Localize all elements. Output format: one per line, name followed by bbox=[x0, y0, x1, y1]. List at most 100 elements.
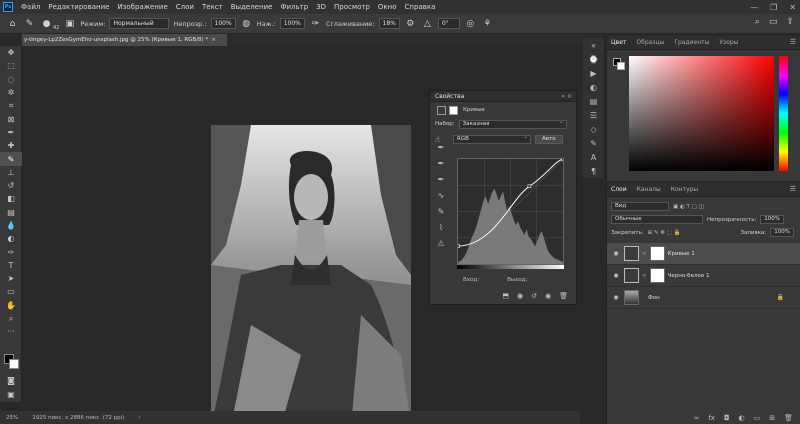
menu-layers[interactable]: Слои bbox=[172, 3, 198, 11]
visibility-eye-icon[interactable]: ◉ bbox=[611, 272, 621, 279]
clip-to-layer-icon[interactable]: ⬒ bbox=[502, 292, 509, 300]
status-arrow[interactable]: › bbox=[138, 415, 140, 421]
frame-tool-icon[interactable]: ⊠ bbox=[0, 112, 22, 125]
pen-tool-icon[interactable]: ✑ bbox=[0, 245, 22, 258]
screen-mode-icon[interactable]: ▣ bbox=[0, 388, 22, 401]
brush-settings-icon[interactable]: ▣ bbox=[63, 17, 76, 30]
share-icon[interactable]: ⇪ bbox=[786, 17, 794, 27]
expand-dock-icon[interactable]: « bbox=[583, 38, 604, 52]
view-previous-icon[interactable]: ◉ bbox=[517, 292, 523, 300]
brush-tool-icon[interactable]: ✎ bbox=[23, 17, 36, 30]
layer-row[interactable]: ◉ Фон 🔒 bbox=[607, 287, 800, 309]
mask-thumbnail[interactable] bbox=[649, 268, 665, 283]
color-picker-field[interactable] bbox=[629, 56, 774, 171]
path-selection-tool-icon[interactable]: ➤ bbox=[0, 272, 22, 285]
close-window-icon[interactable]: ✕ bbox=[789, 3, 796, 12]
home-icon[interactable]: ⌂ bbox=[6, 17, 19, 30]
search-icon[interactable]: ⌕ bbox=[755, 17, 760, 27]
layer-name[interactable]: Кривые 1 bbox=[668, 251, 695, 257]
healing-tool-icon[interactable]: ✚ bbox=[0, 139, 22, 152]
chain-icon[interactable]: ∞ bbox=[642, 273, 647, 279]
clone-stamp-tool-icon[interactable]: ⊥ bbox=[0, 166, 22, 179]
auto-button[interactable]: Авто bbox=[535, 134, 563, 144]
zoom-level[interactable]: 25% bbox=[6, 415, 18, 421]
properties-controls[interactable]: « × bbox=[561, 91, 572, 102]
lock-icons[interactable]: ⊞ ✎ ✥ ⬚ 🔒 bbox=[648, 230, 681, 236]
more-tools-icon[interactable]: ··· bbox=[0, 325, 22, 338]
hand-tool-icon[interactable]: ✋ bbox=[0, 299, 22, 312]
symmetry-icon[interactable]: ⚘ bbox=[481, 17, 494, 30]
marquee-tool-icon[interactable]: ⬚ bbox=[0, 59, 22, 72]
brush-tool-icon[interactable]: ✎ bbox=[0, 152, 22, 166]
tab-paths[interactable]: Контуры bbox=[671, 186, 698, 193]
adjustment-layer-icon[interactable]: ◐ bbox=[739, 414, 745, 422]
history-panel-icon[interactable]: ⌚ bbox=[583, 52, 604, 66]
visibility-eye-icon[interactable]: ◉ bbox=[611, 250, 621, 257]
tab-patterns[interactable]: Узоры bbox=[719, 39, 738, 46]
airbrush-icon[interactable]: ✑ bbox=[309, 17, 322, 30]
tab-gradients[interactable]: Градиенты bbox=[674, 39, 709, 46]
panel-menu-icon[interactable]: ☰ bbox=[790, 38, 796, 46]
photoshop-logo-icon[interactable]: Ps bbox=[3, 2, 13, 12]
menu-select[interactable]: Выделение bbox=[227, 3, 277, 11]
paragraph-panel-icon[interactable]: ¶ bbox=[583, 164, 604, 178]
type-tool-icon[interactable]: T bbox=[0, 259, 22, 272]
workspace-icon[interactable]: ▭ bbox=[769, 17, 778, 27]
magic-wand-tool-icon[interactable]: ✲ bbox=[0, 86, 22, 99]
filter-icons[interactable]: ▣ ◐ T ▢ ◫ bbox=[673, 204, 704, 210]
delete-icon[interactable]: 🗑 bbox=[559, 292, 568, 300]
layer-row[interactable]: ◉ ∞ Черно-белое 1 bbox=[607, 265, 800, 287]
preset-select[interactable]: Заказная bbox=[458, 119, 567, 129]
tab-channels[interactable]: Каналы bbox=[637, 186, 661, 193]
pressure-size-icon[interactable]: ◎ bbox=[464, 17, 477, 30]
curve-point[interactable] bbox=[457, 244, 460, 248]
visibility-icon[interactable]: ◉ bbox=[545, 292, 551, 300]
draw-curve-icon[interactable]: ✎ bbox=[434, 207, 448, 223]
color-swatches[interactable] bbox=[4, 354, 20, 370]
quick-mask-icon[interactable]: ◙ bbox=[0, 374, 22, 387]
link-layers-icon[interactable]: ∞ bbox=[694, 414, 700, 422]
menu-3d[interactable]: 3D bbox=[312, 3, 330, 11]
menu-help[interactable]: Справка bbox=[401, 3, 440, 11]
smoothing-input[interactable]: 18% bbox=[378, 18, 400, 29]
curves-graph[interactable] bbox=[457, 158, 564, 265]
paths-panel-icon[interactable]: ◇ bbox=[583, 122, 604, 136]
menu-edit[interactable]: Редактирование bbox=[44, 3, 113, 11]
fill-input[interactable]: 100% bbox=[770, 228, 794, 237]
collapse-icon[interactable]: « bbox=[561, 93, 565, 100]
move-tool-icon[interactable]: ✥ bbox=[0, 46, 22, 59]
new-layer-icon[interactable]: ⊞ bbox=[769, 414, 775, 422]
lasso-tool-icon[interactable]: ◌ bbox=[0, 73, 22, 86]
properties-header[interactable]: Свойства « × bbox=[430, 91, 576, 102]
blur-tool-icon[interactable]: 💧 bbox=[0, 219, 22, 232]
chain-icon[interactable]: ∞ bbox=[642, 251, 647, 257]
smoothing-settings-icon[interactable]: ⚙ bbox=[404, 17, 417, 30]
tab-color[interactable]: Цвет bbox=[611, 39, 626, 46]
document-close-icon[interactable]: × bbox=[211, 37, 216, 43]
hue-slider[interactable] bbox=[779, 56, 788, 171]
smooth-curve-icon[interactable]: ⌇ bbox=[434, 223, 448, 239]
tab-layers[interactable]: Слои bbox=[611, 186, 627, 193]
gradient-tool-icon[interactable]: ▤ bbox=[0, 206, 22, 219]
background-color-swatch[interactable] bbox=[9, 359, 19, 369]
eyedropper-tool-icon[interactable]: ✒ bbox=[0, 126, 22, 139]
panel-background-swatch[interactable] bbox=[617, 62, 625, 70]
document-photo[interactable] bbox=[211, 125, 411, 424]
actions-panel-icon[interactable]: ▶ bbox=[583, 66, 604, 80]
sample-gray-eyedropper-icon[interactable]: ✒ bbox=[434, 159, 448, 175]
maximize-icon[interactable]: ❐ bbox=[770, 3, 777, 12]
brush-preset-icon[interactable]: ● bbox=[40, 17, 53, 30]
menu-window[interactable]: Окно bbox=[374, 3, 401, 11]
crop-tool-icon[interactable]: ⌗ bbox=[0, 99, 22, 112]
sample-white-eyedropper-icon[interactable]: ✒ bbox=[434, 175, 448, 191]
menu-view[interactable]: Просмотр bbox=[330, 3, 374, 11]
adjustments-panel-icon[interactable]: ◐ bbox=[583, 80, 604, 94]
menu-type[interactable]: Текст bbox=[198, 3, 227, 11]
layer-row[interactable]: ◉ ∞ Кривые 1 bbox=[607, 243, 800, 265]
layer-style-button[interactable]: fx bbox=[708, 414, 715, 422]
libraries-panel-icon[interactable]: ▤ bbox=[583, 94, 604, 108]
layer-filter-select[interactable]: Вид bbox=[611, 202, 669, 211]
reset-icon[interactable]: ↺ bbox=[531, 292, 537, 300]
edit-points-icon[interactable]: ∿ bbox=[434, 191, 448, 207]
blend-mode-select[interactable]: Обычные bbox=[611, 215, 703, 224]
